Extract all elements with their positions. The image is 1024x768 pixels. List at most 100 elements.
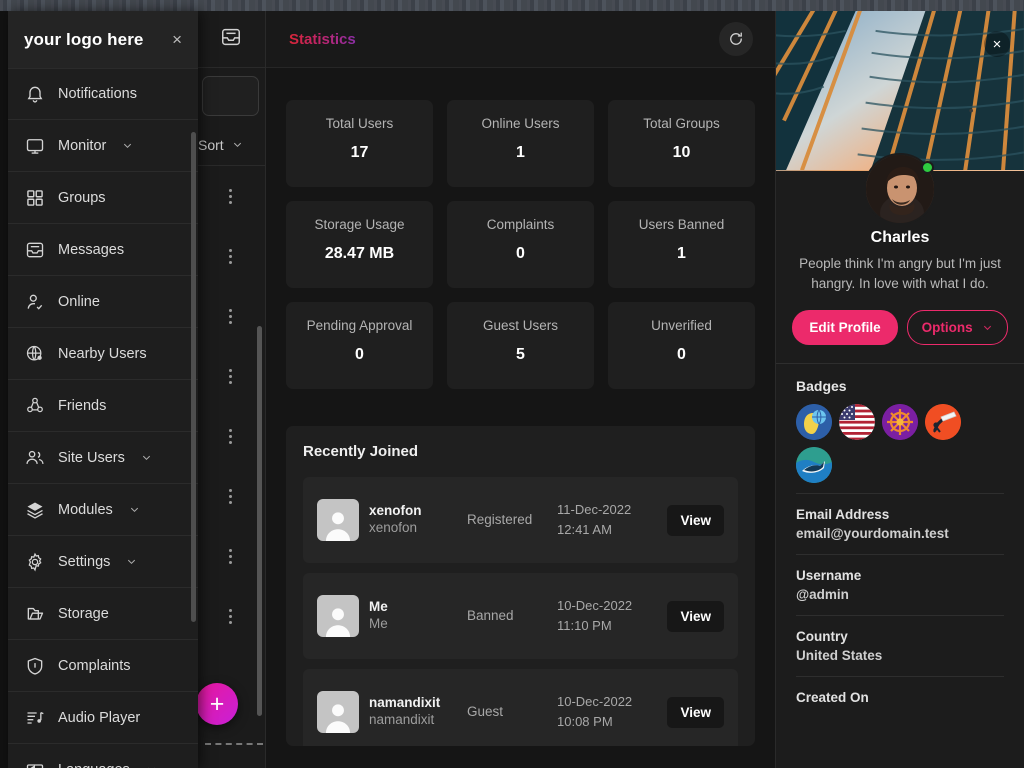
table-row[interactable]: namandixit namandixit Guest 10-Dec-2022 … bbox=[303, 669, 738, 746]
three-dots-icon[interactable] bbox=[229, 608, 232, 624]
plus-icon: + bbox=[209, 689, 225, 718]
list-item[interactable] bbox=[196, 286, 265, 346]
sidebar-item-friends[interactable]: Friends bbox=[8, 380, 198, 432]
list-item[interactable] bbox=[196, 586, 265, 646]
secondary-panel-scrollbar[interactable] bbox=[257, 326, 262, 716]
sidebar-item-nearby-users[interactable]: Nearby Users bbox=[8, 328, 198, 380]
stat-label: Unverified bbox=[651, 318, 712, 333]
stat-label: Users Banned bbox=[638, 217, 725, 232]
us-flag-badge[interactable] bbox=[839, 403, 875, 440]
sidebar-item-groups[interactable]: Groups bbox=[8, 172, 198, 224]
sidebar-item-online[interactable]: Online bbox=[8, 276, 198, 328]
sidebar-nav-list: Notifications Monitor Groups Messages On… bbox=[8, 68, 198, 768]
joined-datetime: 10-Dec-2022 10:08 PM bbox=[557, 692, 635, 732]
close-profile-button[interactable]: × bbox=[984, 31, 1010, 57]
list-item[interactable] bbox=[196, 466, 265, 526]
ships-wheel-badge[interactable] bbox=[882, 403, 918, 440]
telescope-badge[interactable] bbox=[925, 403, 961, 440]
three-dots-icon[interactable] bbox=[229, 488, 232, 504]
sidebar-item-languages[interactable]: Languages bbox=[8, 744, 198, 768]
stat-card-pending-approval: Pending Approval 0 bbox=[286, 302, 433, 389]
profile-cover-image: × bbox=[776, 11, 1024, 171]
three-dots-icon[interactable] bbox=[229, 308, 232, 324]
sidebar-item-settings[interactable]: Settings bbox=[8, 536, 198, 588]
edit-profile-button[interactable]: Edit Profile bbox=[792, 309, 898, 345]
stat-label: Total Users bbox=[325, 116, 394, 131]
stat-value: 0 bbox=[516, 244, 525, 262]
joined-time: 12:41 AM bbox=[557, 522, 612, 537]
app-root: Sort + your logo here × Notifications Mo… bbox=[0, 0, 1024, 768]
joined-time: 11:10 PM bbox=[557, 618, 612, 633]
view-button[interactable]: View bbox=[667, 600, 724, 632]
stat-value: 1 bbox=[677, 244, 686, 262]
sidebar-scrollbar[interactable] bbox=[191, 132, 196, 622]
table-row[interactable]: xenofon xenofon Registered 11-Dec-2022 1… bbox=[303, 477, 738, 563]
badges-section: Badges bbox=[776, 364, 1024, 493]
stat-card-online-users: Online Users 1 bbox=[447, 100, 594, 187]
page-title: Statistics bbox=[289, 30, 356, 48]
stats-grid: Total Users 17 Online Users 1 Total Grou… bbox=[266, 68, 775, 389]
list-item[interactable] bbox=[196, 526, 265, 586]
sidebar-item-messages[interactable]: Messages bbox=[8, 224, 198, 276]
audio-icon bbox=[25, 708, 45, 728]
sidebar-item-storage[interactable]: Storage bbox=[8, 588, 198, 640]
refresh-button[interactable] bbox=[719, 22, 753, 56]
folder-icon bbox=[25, 604, 45, 624]
statistics-header: Statistics bbox=[266, 11, 775, 68]
gear-icon bbox=[25, 552, 45, 572]
status-badge: Banned bbox=[467, 608, 514, 624]
list-item[interactable] bbox=[196, 166, 265, 226]
info-username: Username @admin bbox=[796, 553, 1004, 615]
list-item[interactable] bbox=[196, 346, 265, 406]
secondary-row-list bbox=[196, 166, 265, 716]
profile-info-list: Email Address email@yourdomain.test User… bbox=[776, 492, 1024, 718]
sidebar-item-modules[interactable]: Modules bbox=[8, 484, 198, 536]
view-button[interactable]: View bbox=[667, 696, 724, 728]
inbox-icon[interactable] bbox=[220, 26, 242, 53]
sidebar-item-label: Monitor bbox=[58, 137, 107, 154]
stat-value: 28.47 MB bbox=[324, 244, 395, 262]
person-globe-badge[interactable] bbox=[796, 403, 832, 440]
recently-joined-card: Recently Joined xenofon xenofon Register… bbox=[286, 426, 755, 746]
options-button[interactable]: Options bbox=[906, 309, 1008, 345]
sidebar-item-complaints[interactable]: Complaints bbox=[8, 640, 198, 692]
info-value: @admin bbox=[796, 586, 849, 602]
status-badge: Guest bbox=[467, 704, 504, 720]
joined-date: 10-Dec-2022 bbox=[557, 597, 633, 613]
whale-badge[interactable] bbox=[796, 446, 832, 483]
background-page-strip bbox=[0, 0, 1024, 11]
dashed-divider bbox=[205, 743, 263, 745]
sidebar-item-notifications[interactable]: Notifications bbox=[8, 68, 198, 120]
info-created-on: Created On bbox=[796, 675, 1004, 718]
secondary-search-input[interactable] bbox=[202, 76, 259, 116]
list-item[interactable] bbox=[196, 406, 265, 466]
sidebar-item-audio-player[interactable]: Audio Player bbox=[8, 692, 198, 744]
profile-bio: People think I'm angry but I'm just hang… bbox=[799, 256, 1001, 292]
inbox-icon bbox=[25, 240, 45, 260]
table-row[interactable]: Me Me Banned 10-Dec-2022 11:10 PM View bbox=[303, 573, 738, 659]
list-item[interactable] bbox=[196, 226, 265, 286]
chevron-down-icon bbox=[130, 507, 138, 513]
whale-glyph bbox=[796, 446, 832, 483]
main-sidebar: your logo here × Notifications Monitor G… bbox=[8, 11, 198, 768]
three-dots-icon[interactable] bbox=[229, 188, 232, 204]
three-dots-icon[interactable] bbox=[229, 428, 232, 444]
sidebar-item-site-users[interactable]: Site Users bbox=[8, 432, 198, 484]
stat-label: Guest Users bbox=[482, 318, 559, 333]
stat-label: Storage Usage bbox=[314, 217, 405, 232]
joined-date: 11-Dec-2022 bbox=[557, 501, 632, 517]
info-country: Country United States bbox=[796, 614, 1004, 676]
three-dots-icon[interactable] bbox=[229, 548, 232, 564]
status-badge: Registered bbox=[467, 512, 533, 528]
three-dots-icon[interactable] bbox=[229, 368, 232, 384]
view-button[interactable]: View bbox=[667, 504, 724, 536]
refresh-icon bbox=[730, 32, 742, 45]
bell-icon bbox=[25, 84, 45, 104]
info-value: email@yourdomain.test bbox=[796, 525, 949, 541]
add-floating-action-button[interactable]: + bbox=[196, 683, 238, 725]
sort-dropdown[interactable]: Sort bbox=[196, 124, 265, 166]
profile-avatar-wrap bbox=[864, 153, 936, 225]
sidebar-item-monitor[interactable]: Monitor bbox=[8, 120, 198, 172]
three-dots-icon[interactable] bbox=[229, 248, 232, 264]
close-icon[interactable]: × bbox=[172, 31, 182, 48]
